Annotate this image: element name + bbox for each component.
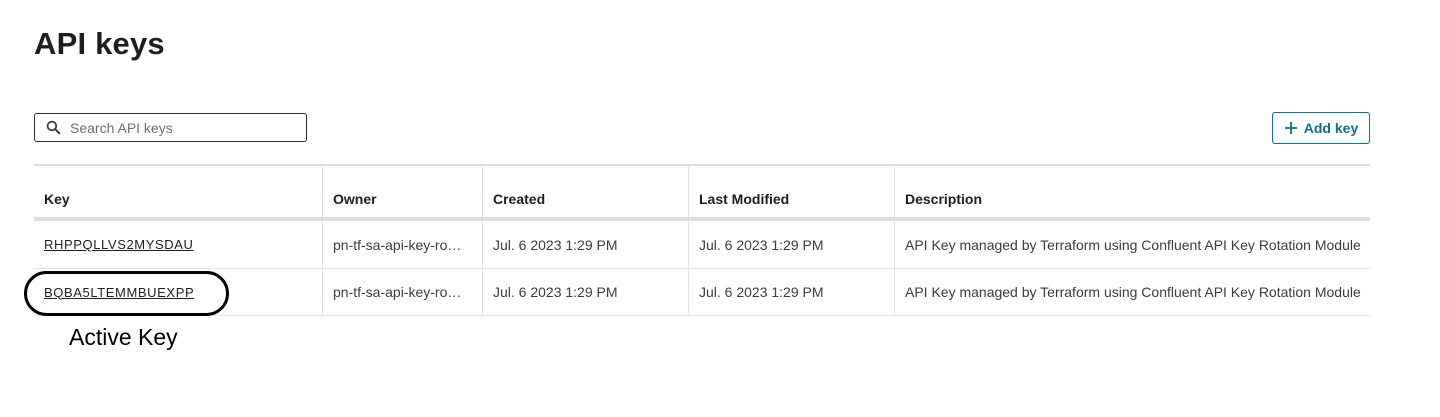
description-cell: API Key managed by Terraform using Confl… [895,269,1370,315]
key-cell: BQBA5LTEMMBUEXPP [34,269,323,315]
column-header-created[interactable]: Created [483,166,689,217]
column-header-owner[interactable]: Owner [323,166,483,217]
table-row[interactable]: RHPPQLLVS2MYSDAU pn-tf-sa-api-key-ro… Ju… [34,221,1370,269]
owner-text: pn-tf-sa-api-key-ro… [333,236,462,253]
description-text: API Key managed by Terraform using Confl… [905,236,1361,253]
column-header-last-modified[interactable]: Last Modified [689,166,895,217]
api-key-link[interactable]: BQBA5LTEMMBUEXPP [44,285,194,300]
created-text: Jul. 6 2023 1:29 PM [493,236,618,253]
plus-icon [1284,121,1298,135]
key-cell: RHPPQLLVS2MYSDAU [34,221,323,268]
created-cell: Jul. 6 2023 1:29 PM [483,269,689,315]
add-key-label: Add key [1303,120,1359,136]
api-key-link[interactable]: RHPPQLLVS2MYSDAU [44,237,194,252]
search-input[interactable] [70,119,290,136]
add-key-button[interactable]: Add key [1272,112,1370,144]
search-icon [45,120,61,136]
table-row[interactable]: BQBA5LTEMMBUEXPP pn-tf-sa-api-key-ro… Ju… [34,269,1370,316]
column-header-key[interactable]: Key [34,166,323,217]
page-title: API keys [34,26,165,61]
created-cell: Jul. 6 2023 1:29 PM [483,221,689,268]
table-header-row: Key Owner Created Last Modified Descript… [34,166,1370,221]
last-modified-text: Jul. 6 2023 1:29 PM [699,284,824,300]
search-box[interactable] [34,113,307,142]
api-keys-table: Key Owner Created Last Modified Descript… [34,164,1370,316]
owner-cell: pn-tf-sa-api-key-ro… [323,269,483,315]
description-cell: API Key managed by Terraform using Confl… [895,221,1370,268]
last-modified-cell: Jul. 6 2023 1:29 PM [689,269,895,315]
created-text: Jul. 6 2023 1:29 PM [493,284,618,300]
last-modified-cell: Jul. 6 2023 1:29 PM [689,221,895,268]
last-modified-text: Jul. 6 2023 1:29 PM [699,236,824,253]
active-key-annotation: Active Key [69,324,178,350]
description-text: API Key managed by Terraform using Confl… [905,284,1361,300]
owner-cell: pn-tf-sa-api-key-ro… [323,221,483,268]
owner-text: pn-tf-sa-api-key-ro… [333,284,462,300]
column-header-description[interactable]: Description [895,166,1370,217]
